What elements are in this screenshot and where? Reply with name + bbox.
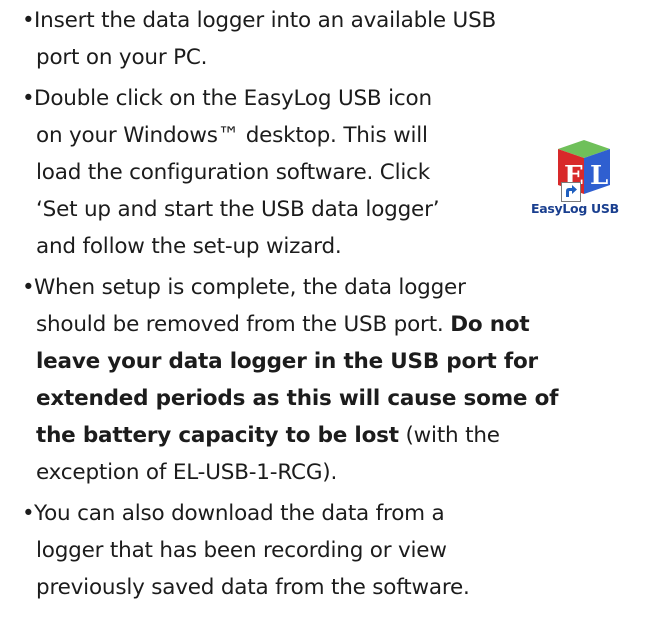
bullet-dot: • — [22, 86, 35, 111]
shortcut-arrow-icon — [561, 182, 581, 202]
warning-text: leave your data logger in the USB port f… — [36, 349, 538, 374]
bullet-dot: • — [22, 275, 35, 300]
item-line: When setup is complete, the data logger — [34, 275, 466, 300]
bullet-dot: • — [22, 8, 35, 33]
item-text: (with the — [398, 423, 500, 448]
list-item: • You can also download the data from a … — [22, 495, 648, 606]
item-line: You can also download the data from a — [34, 501, 445, 526]
bullet-dot: • — [22, 501, 35, 526]
desktop-icon-caption: EasyLog USB — [531, 201, 619, 216]
warning-text: Do not — [450, 312, 530, 337]
item-line: should be removed from the USB port. Do … — [34, 306, 648, 343]
warning-text: the battery capacity to be lost — [36, 423, 399, 448]
item-line: port on your PC. — [36, 45, 208, 70]
item-line: Double click on the EasyLog USB icon — [34, 86, 432, 111]
item-line: exception of EL-USB-1-RCG). — [36, 460, 338, 485]
item-line: Insert the data logger into an available… — [34, 8, 497, 33]
list-item: • Insert the data logger into an availab… — [22, 2, 648, 76]
instructions-list: • Insert the data logger into an availab… — [22, 2, 648, 606]
item-line: logger that has been recording or view — [36, 538, 447, 563]
warning-text: extended periods as this will cause some… — [36, 386, 559, 411]
cube-letter-l: L — [590, 161, 608, 191]
item-line: previously saved data from the software. — [36, 575, 470, 600]
item-line: the battery capacity to be lost (with th… — [34, 417, 648, 454]
easylog-usb-desktop-icon[interactable]: E L EasyLog USB — [531, 138, 648, 238]
list-item: • When setup is complete, the data logge… — [22, 269, 648, 491]
item-text: should be removed from the USB port. — [36, 312, 451, 337]
